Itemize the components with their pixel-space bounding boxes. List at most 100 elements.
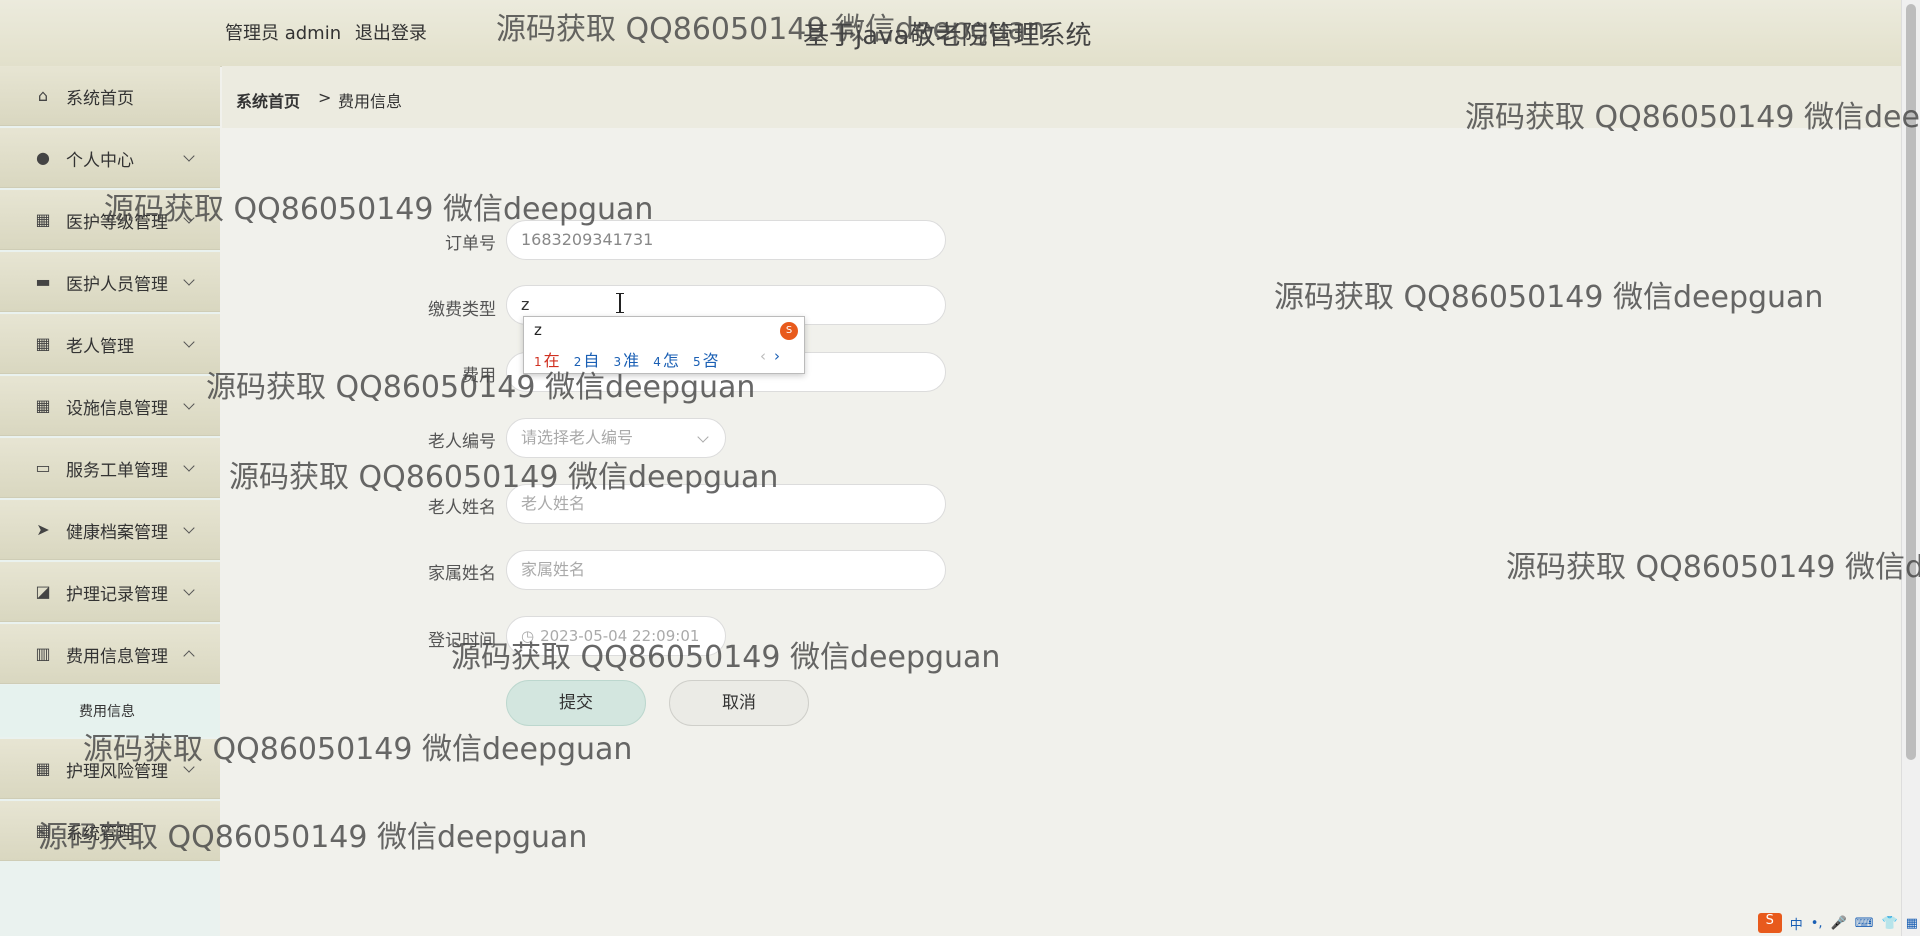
sidebar-item-medical-staff[interactable]: ▬ 医护人员管理 [0,252,220,312]
ime-candidate-popup: z S 1在 2自 3准 4怎 5咨 ‹ › [523,316,805,374]
sidebar-item-home[interactable]: ⌂ 系统首页 [0,66,220,126]
sidebar-item-label: 服务工单管理 [66,461,168,481]
chinese-mode-icon[interactable]: 中 [1790,914,1803,933]
cancel-button[interactable]: 取消 [669,680,809,726]
chevron-down-icon [183,460,195,472]
chevron-down-icon [183,584,195,596]
microphone-icon[interactable]: 🎤 [1831,916,1847,931]
sidebar-item-label: 设施信息管理 [66,399,168,419]
chevron-down-icon [183,150,195,162]
ime-candidates: 1在 2自 3准 4怎 5咨 [534,347,728,371]
sidebar-item-label: 健康档案管理 [66,523,168,543]
register-time-label: 登记时间 [428,631,496,651]
sidebar-item-care-record[interactable]: ◪ 护理记录管理 [0,562,220,622]
sidebar-item-care-risk[interactable]: ▦ 护理风险管理 [0,739,220,799]
text-cursor-icon [615,293,625,313]
monitor-icon: ▭ [35,458,51,477]
logout-link[interactable]: 退出登录 [355,23,427,44]
chevron-down-icon [183,336,195,348]
home-icon: ⌂ [37,86,49,105]
grid-icon: ▦ [35,210,51,229]
grid-icon: ▦ [35,821,51,840]
breadcrumb-current: 费用信息 [338,92,403,111]
chevron-up-icon [183,650,195,662]
register-time-value: 2023-05-04 22:09:01 [540,627,700,645]
ime-candidate[interactable]: 5咨 [693,351,719,370]
sogou-logo-icon[interactable]: S [1757,913,1782,933]
sidebar-item-label: 护理风险管理 [66,762,168,782]
family-name-input[interactable]: 家属姓名 [506,550,946,590]
ime-composition: z [534,321,542,339]
sidebar-item-label: 系统管理 [66,824,134,844]
sidebar-item-fee-info[interactable]: ▥ 费用信息管理 [0,624,220,684]
fee-type-label: 缴费类型 [428,300,496,320]
sidebar-item-label: 护理记录管理 [66,585,168,605]
elder-no-placeholder: 请选择老人编号 [521,428,634,447]
elder-name-label: 老人姓名 [428,498,496,518]
sidebar: ⌂ 系统首页 ● 个人中心 ▦ 医护等级管理 ▬ 医护人员管理 ▦ 老人管理 ▦… [0,66,220,936]
sidebar-item-label: 个人中心 [66,151,134,171]
keyboard-icon[interactable]: ⌨ [1855,916,1874,931]
submenu-item-label: 费用信息 [79,704,135,720]
chevron-down-icon [183,398,195,410]
punctuation-icon[interactable]: •, [1811,916,1823,931]
breadcrumb-home[interactable]: 系统首页 [236,88,300,112]
ime-candidate[interactable]: 3准 [614,351,640,370]
family-name-label: 家属姓名 [428,564,496,584]
sidebar-item-personal-center[interactable]: ● 个人中心 [0,128,220,188]
scrollbar[interactable] [1901,0,1920,936]
elder-name-input[interactable]: 老人姓名 [506,484,946,524]
chat-icon: ▬ [35,272,51,291]
elder-no-label: 老人编号 [428,432,496,452]
top-header: 管理员 admin 退出登录 基于java敬老院管理系统 [0,0,1902,67]
sidebar-item-label: 系统首页 [66,89,134,109]
ime-tray: S 中 •, 🎤 ⌨ 👕 ▦ [1750,912,1918,934]
skin-icon[interactable]: 👕 [1882,916,1898,931]
sidebar-item-label: 医护人员管理 [66,275,168,295]
ime-prev-icon[interactable]: ‹ [760,347,766,365]
ime-page-nav: ‹ › [760,347,780,365]
clock-icon: ◷ [521,627,535,645]
chart-icon: ◪ [35,582,51,601]
ime-next-icon[interactable]: › [774,347,780,365]
breadcrumb: 系统首页 > 费用信息 [222,66,1902,128]
ime-candidate[interactable]: 1在 [534,351,560,370]
system-title: 基于java敬老院管理系统 [803,21,1092,51]
chevron-down-icon [697,431,709,443]
sidebar-item-facility[interactable]: ▦ 设施信息管理 [0,376,220,436]
send-icon: ➤ [36,520,50,539]
fee-label: 费用 [462,366,496,386]
grid-icon: ▦ [35,759,51,778]
chevron-down-icon [183,761,195,773]
elder-no-select[interactable]: 请选择老人编号 [506,418,726,458]
sogou-ime-icon[interactable]: S [780,322,798,340]
watermark: 源码获取 QQ86050149 微信deepguan [1506,550,1920,585]
submenu-fee-info[interactable]: 费用信息 [0,685,220,737]
order-no-input[interactable]: 1683209341731 [506,220,946,260]
sidebar-item-service-order[interactable]: ▭ 服务工单管理 [0,438,220,498]
sidebar-item-health-record[interactable]: ➤ 健康档案管理 [0,500,220,560]
register-time-input[interactable]: ◷ 2023-05-04 22:09:01 [506,616,726,656]
header-user-area: 管理员 admin 退出登录 [225,19,435,45]
breadcrumb-separator: > [318,88,332,107]
chevron-down-icon [183,522,195,534]
sidebar-item-system[interactable]: ▦ 系统管理 [0,801,220,861]
order-no-label: 订单号 [445,234,496,254]
toolbox-icon[interactable]: ▦ [1906,916,1918,931]
chevron-down-icon [183,212,195,224]
ime-candidate[interactable]: 2自 [574,351,600,370]
bar-icon: ▥ [35,644,51,663]
sidebar-item-label: 老人管理 [66,337,134,357]
admin-user-label: 管理员 admin [225,23,342,44]
watermark: 源码获取 QQ86050149 微信deepguan [1274,280,1824,315]
sidebar-item-label: 费用信息管理 [66,647,168,667]
scrollbar-thumb[interactable] [1906,4,1916,760]
user-icon: ● [36,148,50,167]
grid-icon: ▦ [35,396,51,415]
submit-button[interactable]: 提交 [506,680,646,726]
sidebar-item-elderly[interactable]: ▦ 老人管理 [0,314,220,374]
chevron-down-icon [183,274,195,286]
ime-candidate[interactable]: 4怎 [653,351,679,370]
sidebar-item-label: 医护等级管理 [66,213,168,233]
sidebar-item-care-level[interactable]: ▦ 医护等级管理 [0,190,220,250]
